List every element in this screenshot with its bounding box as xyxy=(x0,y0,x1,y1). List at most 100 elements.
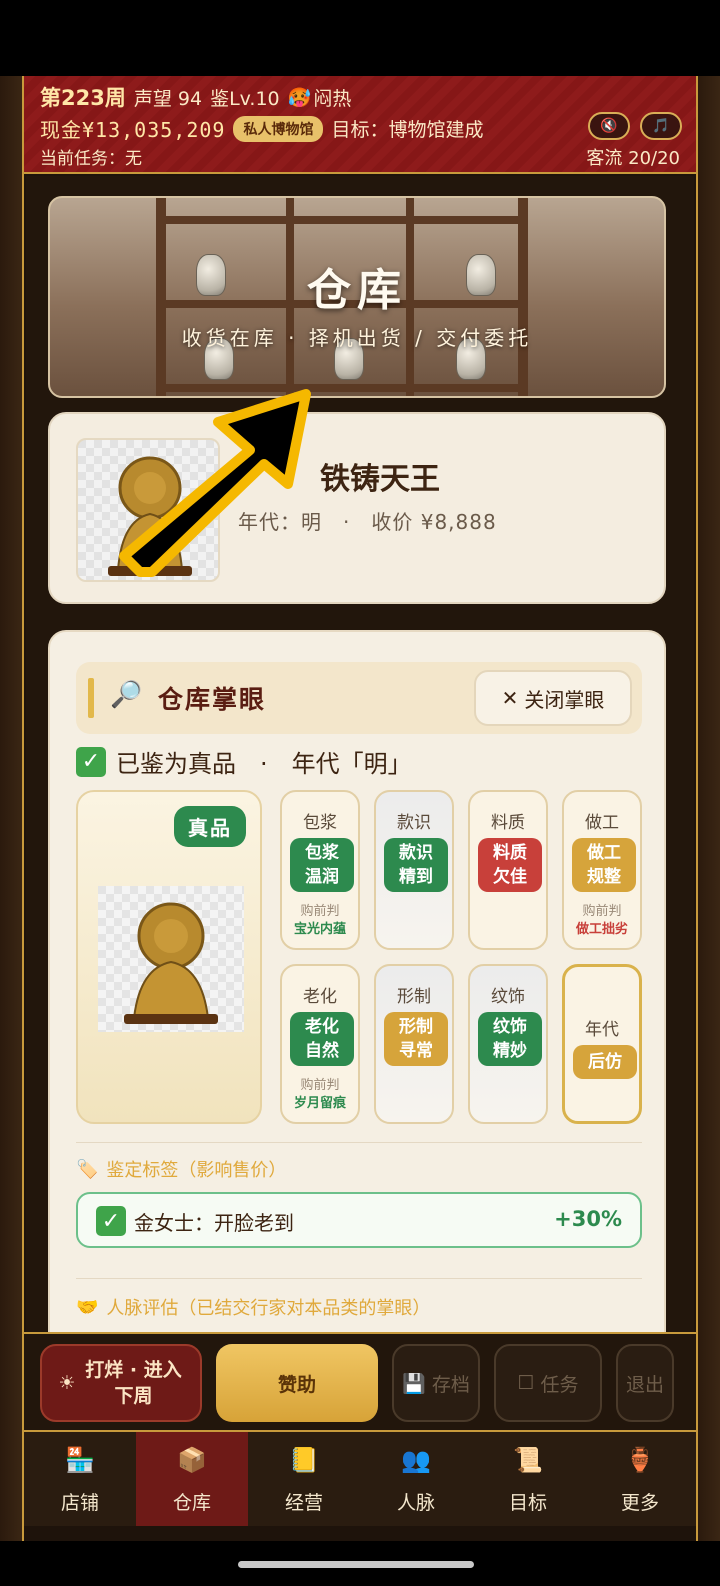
label-row-text: 金女士：开脸老到 xyxy=(134,1210,294,1235)
shelf-plank xyxy=(166,384,518,392)
nav-item-goal[interactable]: 📜 目标 xyxy=(472,1432,584,1526)
handshake-icon: 🤝 xyxy=(76,1296,99,1318)
tile-result: 款识精到 xyxy=(384,838,448,892)
label-section-title: 🏷️ 鉴定标签（影响售价） xyxy=(76,1156,286,1182)
top-header: 第223周 声望 94 鉴Lv.10 🥵 闷热 现金¥13,035,209 私人… xyxy=(24,76,696,174)
label-section-text: 鉴定标签（影响售价） xyxy=(106,1160,287,1181)
nav-item-warehouse[interactable]: 📦 仓库 xyxy=(136,1432,248,1526)
nav-label: 店铺 xyxy=(60,1492,99,1514)
save-label: 存档 xyxy=(431,1373,470,1396)
sponsor-label: 赞助 xyxy=(277,1373,316,1396)
exit-label: 退出 xyxy=(625,1373,664,1396)
home-indicator[interactable] xyxy=(238,1561,474,1568)
check-icon: ✓ xyxy=(76,746,106,777)
goal-text: 目标：博物馆建成 xyxy=(331,119,484,141)
sun-icon: ☀ xyxy=(58,1372,76,1394)
nav-label: 经营 xyxy=(284,1492,323,1514)
customer-count: 客流 20/20 xyxy=(586,148,680,169)
mute-icon: 🔇 xyxy=(600,118,618,134)
shop-icon: 🏪 xyxy=(65,1446,95,1474)
tile-pre-label: 购前判 xyxy=(300,1078,340,1093)
next-week-button[interactable]: ☀ 打烊 · 进入下周 xyxy=(40,1344,202,1422)
appraisal-tile[interactable]: 料质 料质欠佳 xyxy=(468,790,548,950)
tile-name: 纹饰 xyxy=(491,987,525,1007)
label-row-value: +30% xyxy=(554,1207,622,1231)
task-button[interactable]: ☐ 任务 xyxy=(494,1344,602,1422)
tile-result: 料质欠佳 xyxy=(478,838,542,892)
tile-name: 包浆 xyxy=(303,813,337,833)
close-appraisal-label: 关闭掌眼 xyxy=(524,687,605,712)
left-rail xyxy=(0,76,24,1541)
nav-item-business[interactable]: 📒 经营 xyxy=(248,1432,360,1526)
warehouse-content[interactable]: 仓库 收货在库 · 择机出货 / 交付委托 铁铸天王 年代：明 · 收价 ¥8,… xyxy=(26,176,694,1332)
appraisal-tile[interactable]: 形制 形制寻常 xyxy=(374,964,454,1124)
check-icon: ✓ xyxy=(96,1206,126,1236)
item-large-image xyxy=(98,886,244,1032)
buddha-statue-icon xyxy=(108,456,192,576)
task-icon: ☐ xyxy=(517,1372,535,1394)
tile-pre-result: 做工拙劣 xyxy=(575,922,628,937)
section-divider xyxy=(76,1278,642,1279)
item-thumbnail xyxy=(76,438,220,582)
tile-name: 老化 xyxy=(303,987,337,1007)
weather-icon: 🥵 xyxy=(287,86,312,109)
item-meta: 年代：明 · 收价 ¥8,888 xyxy=(238,510,497,534)
appraisal-header: 🔎 仓库掌眼 ✕ 关闭掌眼 xyxy=(76,662,642,734)
tile-pre-result: 宝光内蕴 xyxy=(293,922,346,937)
appraisal-tile[interactable]: 做工 做工规整 购前判 做工拙劣 xyxy=(562,790,642,950)
next-week-label: 打烊 · 进入下周 xyxy=(85,1359,182,1407)
save-button[interactable]: 💾 存档 xyxy=(392,1344,480,1422)
right-rail xyxy=(696,76,720,1541)
warehouse-icon: 📦 xyxy=(177,1446,207,1474)
appraisal-tile[interactable]: 包浆 包浆温润 购前判 宝光内蕴 xyxy=(280,790,360,950)
tile-name: 款识 xyxy=(397,813,431,833)
museum-badge[interactable]: 私人博物馆 xyxy=(233,115,324,142)
nav-label: 目标 xyxy=(508,1492,547,1514)
tile-name: 形制 xyxy=(397,987,431,1007)
action-bar: ☀ 打烊 · 进入下周 赞助 💾 存档 ☐ 任务 退出 xyxy=(24,1332,696,1430)
network-section-title: 🤝 人脉评估（已结交行家对本品类的掌眼） xyxy=(76,1294,430,1320)
contacts-icon: 👥 xyxy=(401,1446,431,1474)
tile-pre-label: 购前判 xyxy=(300,904,340,919)
header-row-cash: 现金¥13,035,209 私人博物馆 目标：博物馆建成 xyxy=(40,114,483,143)
appraisal-tile[interactable]: 款识 款识精到 xyxy=(374,790,454,950)
mute-button[interactable]: 🔇 xyxy=(588,112,630,140)
appraisal-tile[interactable]: 纹饰 纹饰精妙 xyxy=(468,964,548,1124)
tile-result: 纹饰精妙 xyxy=(478,1012,542,1066)
tile-result: 老化自然 xyxy=(290,1012,354,1066)
save-icon: 💾 xyxy=(402,1372,426,1395)
appraisal-tile[interactable]: 年代 后仿 xyxy=(562,964,642,1124)
music-button[interactable]: 🎵 xyxy=(640,112,682,140)
nav-label: 仓库 xyxy=(172,1492,211,1514)
banner-subtitle: 收货在库 · 择机出货 / 交付委托 xyxy=(181,326,533,350)
nav-item-more[interactable]: 🏺 更多 xyxy=(584,1432,696,1526)
tile-name: 年代 xyxy=(585,1020,619,1040)
magnifier-icon: 🔎 xyxy=(110,680,143,710)
status-bar xyxy=(0,0,720,76)
close-appraisal-button[interactable]: ✕ 关闭掌眼 xyxy=(474,670,632,726)
item-card[interactable]: 铁铸天王 年代：明 · 收价 ¥8,888 xyxy=(48,412,666,604)
nav-item-shop[interactable]: 🏪 店铺 xyxy=(24,1432,136,1526)
cash-amount: 现金¥13,035,209 xyxy=(40,118,226,142)
verdict-line: ✓ 已鉴为真品 · 年代「明」 xyxy=(76,744,412,779)
tile-pre-result: 岁月留痕 xyxy=(293,1096,346,1111)
exit-button[interactable]: 退出 xyxy=(616,1344,674,1422)
weather-label: 闷热 xyxy=(313,87,352,110)
home-indicator-bar xyxy=(0,1541,720,1586)
network-section-text: 人脉评估（已结交行家对本品类的掌眼） xyxy=(106,1298,431,1319)
business-icon: 📒 xyxy=(289,1446,319,1474)
buddha-statue-icon xyxy=(124,902,218,1024)
verdict-text: 已鉴为真品 · 年代「明」 xyxy=(116,750,412,778)
item-large-card: 真品 xyxy=(76,790,262,1124)
sponsor-button[interactable]: 赞助 xyxy=(216,1344,378,1422)
nav-item-contacts[interactable]: 👥 人脉 xyxy=(360,1432,472,1526)
tile-name: 料质 xyxy=(491,813,525,833)
header-row-task: 当前任务：无 xyxy=(40,144,142,169)
tile-pre-label: 购前判 xyxy=(582,904,622,919)
warehouse-banner: 仓库 收货在库 · 择机出货 / 交付委托 xyxy=(48,196,666,398)
appraisal-panel: 🔎 仓库掌眼 ✕ 关闭掌眼 ✓ 已鉴为真品 · 年代「明」 真品 包浆 包浆温润… xyxy=(48,630,666,1332)
appraisal-label-row[interactable]: ✓ 金女士：开脸老到 +30% xyxy=(76,1192,642,1248)
nav-label: 人脉 xyxy=(396,1492,435,1514)
appraisal-tile[interactable]: 老化老化自然购前判岁月留痕 xyxy=(280,964,360,1124)
banner-title: 仓库 xyxy=(307,265,407,316)
